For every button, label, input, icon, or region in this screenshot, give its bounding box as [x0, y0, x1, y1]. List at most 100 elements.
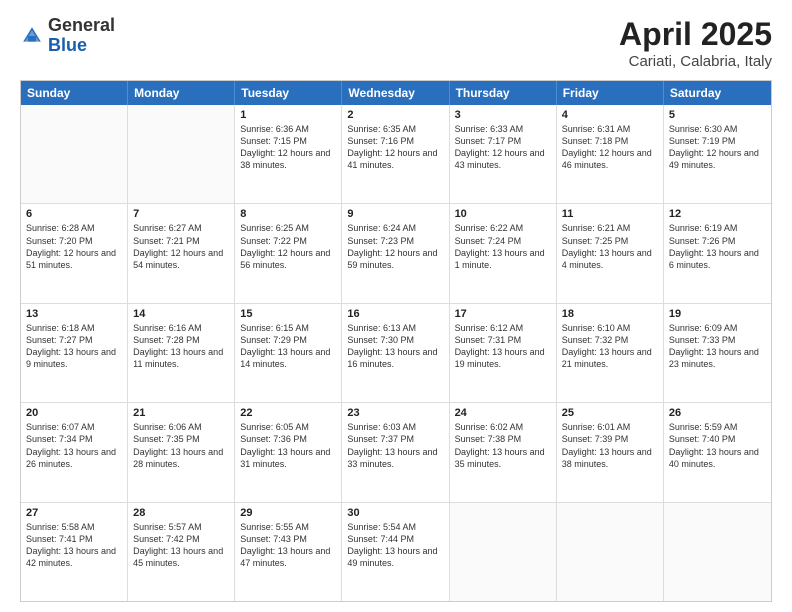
logo-text: General Blue	[48, 16, 115, 56]
cell-info: Sunrise: 6:01 AM Sunset: 7:39 PM Dayligh…	[562, 421, 658, 470]
cell-info: Sunrise: 6:33 AM Sunset: 7:17 PM Dayligh…	[455, 123, 551, 172]
calendar-row-4: 27Sunrise: 5:58 AM Sunset: 7:41 PM Dayli…	[21, 503, 771, 601]
calendar-cell: 14 Sunrise: 6:16 AM Sunset: 7:28 PM Dayli…	[128, 304, 235, 402]
cell-info: Sunrise: 6:02 AM Sunset: 7:38 PM Dayligh…	[455, 421, 551, 470]
calendar-cell: 7Sunrise: 6:27 AM Sunset: 7:21 PM Daylig…	[128, 204, 235, 302]
calendar-row-2: 13 Sunrise: 6:18 AM Sunset: 7:27 PM Dayli…	[21, 304, 771, 403]
day-number: 16	[347, 308, 443, 320]
cell-info: Sunrise: 5:57 AM Sunset: 7:42 PM Dayligh…	[133, 521, 229, 570]
calendar-cell: 9Sunrise: 6:24 AM Sunset: 7:23 PM Daylig…	[342, 204, 449, 302]
calendar-body: 1Sunrise: 6:36 AM Sunset: 7:15 PM Daylig…	[21, 105, 771, 601]
calendar-cell: 1Sunrise: 6:36 AM Sunset: 7:15 PM Daylig…	[235, 105, 342, 203]
cell-info: Sunrise: 6:35 AM Sunset: 7:16 PM Dayligh…	[347, 123, 443, 172]
cell-info: Sunrise: 6:30 AM Sunset: 7:19 PM Dayligh…	[669, 123, 766, 172]
calendar: SundayMondayTuesdayWednesdayThursdayFrid…	[20, 80, 772, 602]
day-number: 26	[669, 407, 766, 419]
cell-info: Sunrise: 6:24 AM Sunset: 7:23 PM Dayligh…	[347, 222, 443, 271]
calendar-cell: 29 Sunrise: 5:55 AM Sunset: 7:43 PM Dayli…	[235, 503, 342, 601]
day-number: 25	[562, 407, 658, 419]
cell-info: Sunrise: 6:15 AM Sunset: 7:29 PM Dayligh…	[240, 322, 336, 371]
cell-info: Sunrise: 6:28 AM Sunset: 7:20 PM Dayligh…	[26, 222, 122, 271]
day-number: 10	[455, 208, 551, 220]
header-day-friday: Friday	[557, 81, 664, 105]
day-number: 21	[133, 407, 229, 419]
cell-info: Sunrise: 5:54 AM Sunset: 7:44 PM Dayligh…	[347, 521, 443, 570]
calendar-cell: 21 Sunrise: 6:06 AM Sunset: 7:35 PM Dayli…	[128, 403, 235, 501]
logo-general-text: General	[48, 15, 115, 35]
cell-info: Sunrise: 6:05 AM Sunset: 7:36 PM Dayligh…	[240, 421, 336, 470]
calendar-cell: 15Sunrise: 6:15 AM Sunset: 7:29 PM Dayli…	[235, 304, 342, 402]
day-number: 2	[347, 109, 443, 121]
day-number: 5	[669, 109, 766, 121]
cell-info: Sunrise: 6:10 AM Sunset: 7:32 PM Dayligh…	[562, 322, 658, 371]
day-number: 20	[26, 407, 122, 419]
cell-info: Sunrise: 6:31 AM Sunset: 7:18 PM Dayligh…	[562, 123, 658, 172]
cell-info: Sunrise: 6:25 AM Sunset: 7:22 PM Dayligh…	[240, 222, 336, 271]
location: Cariati, Calabria, Italy	[619, 53, 772, 70]
header-day-saturday: Saturday	[664, 81, 771, 105]
calendar-cell: 8Sunrise: 6:25 AM Sunset: 7:22 PM Daylig…	[235, 204, 342, 302]
calendar-cell: 10 Sunrise: 6:22 AM Sunset: 7:24 PM Dayli…	[450, 204, 557, 302]
day-number: 7	[133, 208, 229, 220]
cell-info: Sunrise: 6:36 AM Sunset: 7:15 PM Dayligh…	[240, 123, 336, 172]
calendar-cell: 6 Sunrise: 6:28 AM Sunset: 7:20 PM Daylig…	[21, 204, 128, 302]
calendar-cell: 25 Sunrise: 6:01 AM Sunset: 7:39 PM Dayli…	[557, 403, 664, 501]
day-number: 17	[455, 308, 551, 320]
title-block: April 2025 Cariati, Calabria, Italy	[619, 16, 772, 70]
calendar-cell	[664, 503, 771, 601]
cell-info: Sunrise: 6:18 AM Sunset: 7:27 PM Dayligh…	[26, 322, 122, 371]
calendar-cell: 26 Sunrise: 5:59 AM Sunset: 7:40 PM Dayli…	[664, 403, 771, 501]
cell-info: Sunrise: 6:12 AM Sunset: 7:31 PM Dayligh…	[455, 322, 551, 371]
calendar-cell: 24 Sunrise: 6:02 AM Sunset: 7:38 PM Dayli…	[450, 403, 557, 501]
month-title: April 2025	[619, 16, 772, 53]
calendar-cell: 3 Sunrise: 6:33 AM Sunset: 7:17 PM Daylig…	[450, 105, 557, 203]
calendar-cell: 11 Sunrise: 6:21 AM Sunset: 7:25 PM Dayli…	[557, 204, 664, 302]
calendar-row-1: 6 Sunrise: 6:28 AM Sunset: 7:20 PM Daylig…	[21, 204, 771, 303]
cell-info: Sunrise: 6:21 AM Sunset: 7:25 PM Dayligh…	[562, 222, 658, 271]
page: General Blue April 2025 Cariati, Calabri…	[0, 0, 792, 612]
day-number: 28	[133, 507, 229, 519]
calendar-row-3: 20 Sunrise: 6:07 AM Sunset: 7:34 PM Dayli…	[21, 403, 771, 502]
calendar-cell: 22Sunrise: 6:05 AM Sunset: 7:36 PM Dayli…	[235, 403, 342, 501]
day-number: 30	[347, 507, 443, 519]
day-number: 29	[240, 507, 336, 519]
day-number: 6	[26, 208, 122, 220]
day-number: 11	[562, 208, 658, 220]
calendar-cell	[128, 105, 235, 203]
calendar-row-0: 1Sunrise: 6:36 AM Sunset: 7:15 PM Daylig…	[21, 105, 771, 204]
calendar-cell: 13 Sunrise: 6:18 AM Sunset: 7:27 PM Dayli…	[21, 304, 128, 402]
cell-info: Sunrise: 6:06 AM Sunset: 7:35 PM Dayligh…	[133, 421, 229, 470]
day-number: 27	[26, 507, 122, 519]
calendar-cell: 23 Sunrise: 6:03 AM Sunset: 7:37 PM Dayli…	[342, 403, 449, 501]
cell-info: Sunrise: 6:16 AM Sunset: 7:28 PM Dayligh…	[133, 322, 229, 371]
day-number: 23	[347, 407, 443, 419]
cell-info: Sunrise: 6:19 AM Sunset: 7:26 PM Dayligh…	[669, 222, 766, 271]
calendar-cell: 5 Sunrise: 6:30 AM Sunset: 7:19 PM Daylig…	[664, 105, 771, 203]
cell-info: Sunrise: 6:07 AM Sunset: 7:34 PM Dayligh…	[26, 421, 122, 470]
day-number: 18	[562, 308, 658, 320]
cell-info: Sunrise: 6:03 AM Sunset: 7:37 PM Dayligh…	[347, 421, 443, 470]
header-day-tuesday: Tuesday	[235, 81, 342, 105]
calendar-cell	[21, 105, 128, 203]
day-number: 13	[26, 308, 122, 320]
cell-info: Sunrise: 6:13 AM Sunset: 7:30 PM Dayligh…	[347, 322, 443, 371]
calendar-cell: 27Sunrise: 5:58 AM Sunset: 7:41 PM Dayli…	[21, 503, 128, 601]
calendar-cell: 17 Sunrise: 6:12 AM Sunset: 7:31 PM Dayli…	[450, 304, 557, 402]
calendar-cell: 28 Sunrise: 5:57 AM Sunset: 7:42 PM Dayli…	[128, 503, 235, 601]
cell-info: Sunrise: 6:22 AM Sunset: 7:24 PM Dayligh…	[455, 222, 551, 271]
header-day-wednesday: Wednesday	[342, 81, 449, 105]
day-number: 19	[669, 308, 766, 320]
day-number: 12	[669, 208, 766, 220]
cell-info: Sunrise: 6:09 AM Sunset: 7:33 PM Dayligh…	[669, 322, 766, 371]
cell-info: Sunrise: 5:59 AM Sunset: 7:40 PM Dayligh…	[669, 421, 766, 470]
header: General Blue April 2025 Cariati, Calabri…	[20, 16, 772, 70]
calendar-cell: 30 Sunrise: 5:54 AM Sunset: 7:44 PM Dayli…	[342, 503, 449, 601]
day-number: 4	[562, 109, 658, 121]
header-day-thursday: Thursday	[450, 81, 557, 105]
day-number: 24	[455, 407, 551, 419]
calendar-cell: 18 Sunrise: 6:10 AM Sunset: 7:32 PM Dayli…	[557, 304, 664, 402]
day-number: 3	[455, 109, 551, 121]
header-day-monday: Monday	[128, 81, 235, 105]
cell-info: Sunrise: 5:55 AM Sunset: 7:43 PM Dayligh…	[240, 521, 336, 570]
day-number: 14	[133, 308, 229, 320]
